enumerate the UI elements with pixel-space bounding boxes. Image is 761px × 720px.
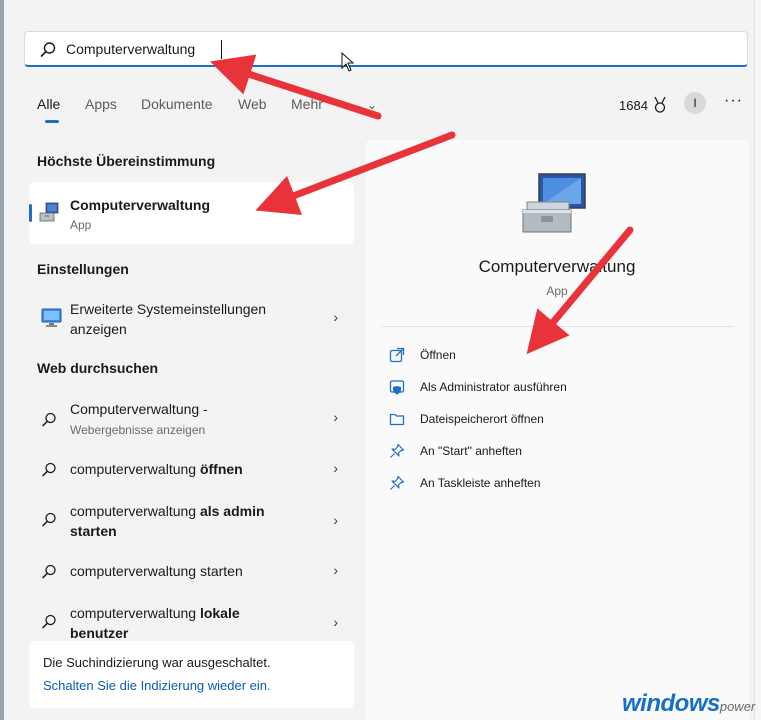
action-label: An "Start" anheften (420, 444, 522, 458)
chevron-right-icon: › (333, 409, 338, 425)
watermark-suffix: power (719, 699, 756, 714)
tab-alle[interactable]: Alle (37, 96, 60, 112)
text-caret (221, 40, 222, 59)
list-item-web-result[interactable]: computerverwaltung starten › (29, 560, 354, 584)
list-item-label-line2: starten (70, 523, 117, 539)
list-item-sublabel: Webergebnisse anzeigen (70, 423, 206, 437)
search-box[interactable] (24, 31, 748, 67)
search-icon (42, 512, 56, 527)
list-item-web-result[interactable]: computerverwaltung lokale benutzer › (29, 602, 354, 642)
run-as-admin-action[interactable]: Als Administrator ausführen (389, 378, 719, 400)
chevron-right-icon: › (333, 614, 338, 630)
selection-indicator (29, 204, 32, 222)
action-label: Öffnen (420, 348, 456, 362)
list-item-label-line2: benutzer (70, 625, 129, 641)
list-item-label: anzeigen (70, 321, 127, 337)
list-item-label: computerverwaltung öffnen (70, 461, 243, 477)
list-item-label: computerverwaltung lokale (70, 605, 240, 621)
open-external-icon (389, 347, 405, 363)
monitor-settings-icon (41, 308, 62, 327)
watermark-brand: windows (622, 690, 720, 717)
windowspower-logo: windowspower (622, 690, 755, 718)
indexing-message: Die Suchindizierung war ausgeschaltet. (43, 655, 271, 670)
indexing-notice: Die Suchindizierung war ausgeschaltet. S… (29, 641, 354, 708)
chevron-down-icon[interactable]: ⌄ (367, 98, 377, 112)
search-icon (42, 412, 56, 427)
action-label: Dateispeicherort öffnen (420, 412, 544, 426)
search-icon (40, 42, 56, 57)
app-title: Computerverwaltung (478, 257, 636, 276)
avatar[interactable]: I (684, 92, 706, 114)
window-right-edge (754, 0, 761, 720)
computer-management-icon (522, 173, 586, 233)
chevron-right-icon: › (333, 309, 338, 325)
mouse-pointer-icon (341, 52, 355, 72)
preview-pane: Computerverwaltung App Öffnen Als Admini… (365, 140, 749, 720)
rewards-points-value: 1684 (619, 97, 648, 113)
tab-web[interactable]: Web (238, 96, 267, 112)
best-match-type: App (70, 218, 92, 232)
chevron-right-icon: › (333, 512, 338, 528)
tab-apps[interactable]: Apps (85, 96, 117, 112)
search-input[interactable] (66, 38, 706, 60)
more-options-icon[interactable]: ··· (724, 92, 743, 110)
list-item-label: Computerverwaltung - (70, 401, 208, 417)
rewards-points[interactable]: 1684 (619, 96, 668, 114)
list-item-web-result[interactable]: Computerverwaltung - Webergebnisse anzei… (29, 397, 354, 441)
open-file-location-action[interactable]: Dateispeicherort öffnen (389, 410, 719, 432)
computer-management-icon (39, 202, 59, 222)
action-label: Als Administrator ausführen (420, 380, 567, 394)
chevron-right-icon: › (333, 562, 338, 578)
open-action[interactable]: Öffnen (389, 346, 719, 368)
best-match-item[interactable]: Computerverwaltung App (29, 182, 354, 244)
best-match-heading: Höchste Übereinstimmung (37, 153, 216, 169)
pin-to-start-action[interactable]: An "Start" anheften (389, 442, 719, 464)
search-icon (42, 462, 56, 477)
chevron-right-icon: › (333, 460, 338, 476)
best-match-name: Computerverwaltung (70, 197, 211, 213)
web-search-heading: Web durchsuchen (37, 360, 159, 376)
settings-heading: Einstellungen (37, 261, 129, 277)
tab-mehr[interactable]: Mehr (291, 96, 323, 112)
window-left-edge (0, 0, 4, 720)
app-type: App (546, 284, 568, 298)
list-item-label: computerverwaltung starten (70, 563, 243, 579)
shield-admin-icon (389, 380, 405, 395)
search-icon (42, 564, 56, 579)
list-item-web-result[interactable]: computerverwaltung öffnen › (29, 458, 354, 482)
list-item-label: Erweiterte Systemeinstellungen (70, 301, 267, 317)
active-tab-indicator (45, 120, 59, 123)
list-item-label: computerverwaltung als admin (70, 503, 265, 519)
enable-indexing-link[interactable]: Schalten Sie die Indizierung wieder ein. (43, 678, 271, 693)
pin-icon (390, 475, 405, 490)
pin-to-taskbar-action[interactable]: An Taskleiste anheften (389, 474, 719, 496)
pin-icon (390, 443, 405, 458)
medal-icon (654, 96, 666, 113)
list-item-web-result[interactable]: computerverwaltung als admin starten › (29, 500, 354, 544)
folder-icon (389, 413, 405, 426)
divider (382, 326, 734, 327)
search-icon (42, 614, 56, 629)
list-item-advanced-system-settings[interactable]: Erweiterte Systemeinstellungen anzeigen … (29, 297, 354, 343)
action-label: An Taskleiste anheften (420, 476, 541, 490)
tab-dokumente[interactable]: Dokumente (141, 96, 213, 112)
